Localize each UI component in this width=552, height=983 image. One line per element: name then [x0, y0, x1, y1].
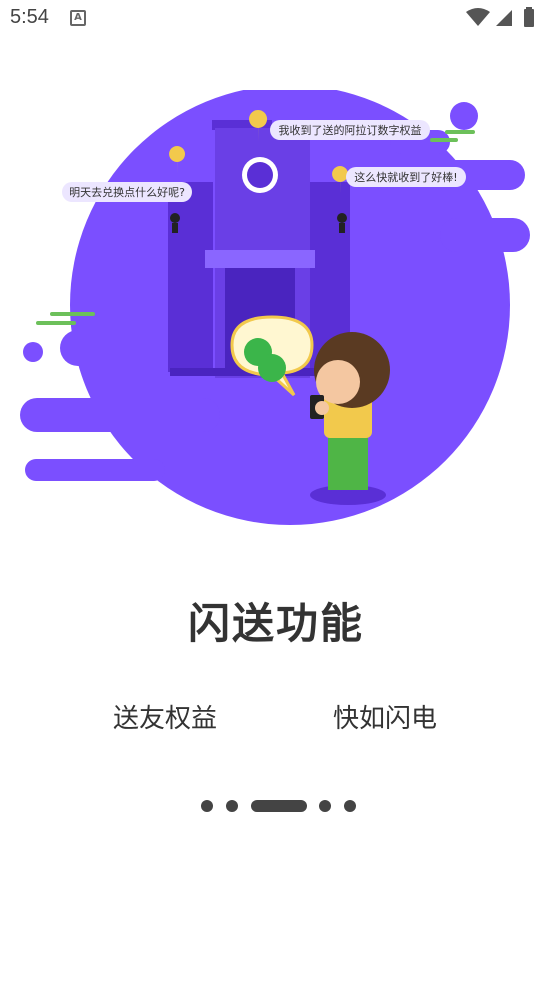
page-dot-2[interactable] [226, 800, 238, 812]
page-dot-4[interactable] [319, 800, 331, 812]
bubble-left-text: 明天去兑换点什么好呢? [69, 185, 185, 199]
wifi-icon [466, 8, 490, 26]
feature-label-2: 快如闪电 [333, 704, 438, 734]
bubble-right: 这么快就收到了好棒! [346, 167, 466, 187]
notification-icon: A [70, 10, 86, 26]
bubble-right-text: 这么快就收到了好棒! [354, 170, 457, 184]
page-dot-1[interactable] [201, 800, 213, 812]
page-title: 闪送功能 [187, 599, 364, 648]
signal-icon [496, 10, 512, 26]
hero-illustration: 明天去兑换点什么好呢? 我收到了送的阿拉订数字权益 这么快就收到了好棒! [20, 90, 530, 525]
status-bar: 5:54 A [0, 0, 552, 40]
feature-label-1: 送友权益 [113, 704, 218, 734]
bubble-top-text: 我收到了送的阿拉订数字权益 [279, 123, 422, 137]
status-time: 5:54 [10, 6, 49, 28]
page-dot-5[interactable] [344, 800, 356, 812]
system-icons [466, 7, 534, 27]
page-dot-3-active[interactable] [251, 800, 307, 812]
page-indicator[interactable] [0, 798, 552, 814]
battery-icon [524, 7, 534, 27]
bubble-top: 我收到了送的阿拉订数字权益 [270, 120, 430, 140]
bubble-left: 明天去兑换点什么好呢? [62, 182, 192, 202]
